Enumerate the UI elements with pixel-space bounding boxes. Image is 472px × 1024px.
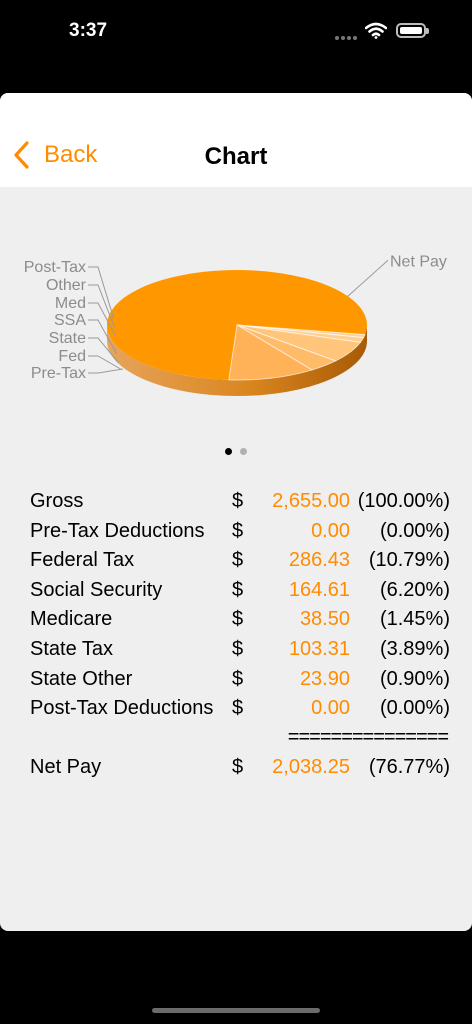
row-label: Gross: [30, 490, 84, 512]
wifi-icon: [365, 22, 387, 39]
row-percent: (10.79%): [368, 549, 450, 572]
row-amount: 23.90: [299, 667, 350, 690]
table-row: Gross $2,655.00 (100.00%): [30, 490, 460, 520]
row-amount: 164.61: [288, 578, 350, 601]
row-amount: 103.31: [288, 637, 350, 660]
chart-sheet: Back Chart Net Pay Post-Tax Other Med SSA Sta…: [0, 93, 472, 931]
page-dot-active: [225, 448, 232, 455]
chart-label: Net Pay: [390, 253, 447, 270]
row-percent: (1.45%): [379, 608, 450, 631]
table-row: Medicare $38.50 (1.45%): [30, 608, 460, 638]
table-row: Post-Tax Deductions $0.00 (0.00%): [30, 697, 460, 727]
chart-label: Fed: [58, 348, 86, 365]
row-currency: $: [232, 519, 244, 542]
row-label: Pre-Tax Deductions: [30, 519, 205, 542]
chart-label: Post-Tax: [24, 259, 86, 276]
chart-label: Pre-Tax: [31, 365, 86, 382]
pay-summary-table: Gross $2,655.00 (100.00%) Pre-Tax Deduction…: [30, 490, 460, 786]
row-label: State Other: [30, 667, 133, 690]
leader-line: [88, 368, 124, 374]
table-row: Pre-Tax Deductions $0.00 (0.00%): [30, 520, 460, 550]
battery-icon: [396, 23, 429, 38]
row-currency: $: [232, 608, 244, 631]
row-currency: $: [232, 667, 244, 690]
row-label: Post-Tax Deductions: [30, 697, 214, 720]
row-amount: 38.50: [299, 608, 350, 631]
page-title: Chart: [204, 143, 268, 170]
row-currency: $: [232, 490, 244, 512]
chart-label: SSA: [54, 312, 86, 329]
cellular-signal-icon: [335, 36, 357, 40]
row-amount: 2,038.25: [272, 756, 350, 779]
total-row: Net Pay $2,038.25 (76.77%): [30, 756, 460, 786]
chart-label: Other: [46, 277, 87, 294]
row-label: State Tax: [30, 637, 114, 660]
row-label: Federal Tax: [30, 549, 135, 572]
pie-chart[interactable]: Net Pay Post-TaxOtherMedSSAStateFedPre-Ta…: [0, 187, 472, 447]
status-bar: 3:37: [0, 0, 472, 92]
chart-label: State: [49, 330, 86, 347]
separator-text: ===============: [287, 725, 449, 748]
table-row: Social Security $164.61 (6.20%): [30, 579, 460, 609]
leader-line: [347, 259, 389, 297]
chart-label: Med: [55, 295, 86, 312]
row-percent: (76.77%): [368, 756, 450, 779]
row-amount: 0.00: [311, 697, 350, 720]
row-percent: (0.90%): [379, 667, 450, 690]
row-label: Medicare: [30, 608, 113, 631]
home-indicator: [152, 1008, 320, 1013]
navigation-bar: Back Chart: [0, 93, 472, 187]
status-time: 3:37: [69, 20, 108, 41]
row-label: Social Security: [30, 578, 163, 601]
row-percent: (3.89%): [379, 637, 450, 660]
row-percent: (100.00%): [357, 490, 450, 512]
row-amount: 2,655.00: [272, 490, 350, 512]
table-row: Federal Tax $286.43 (10.79%): [30, 549, 460, 579]
row-currency: $: [232, 578, 244, 601]
row-currency: $: [232, 549, 244, 572]
table-row: State Tax $103.31 (3.89%): [30, 638, 460, 668]
row-percent: (0.00%): [379, 697, 450, 720]
row-amount: 0.00: [311, 519, 350, 542]
row-currency: $: [232, 697, 244, 720]
row-label: Net Pay: [30, 756, 102, 779]
table-row: State Other $23.90 (0.90%): [30, 668, 460, 698]
row-currency: $: [232, 756, 244, 779]
total-separator: ===============: [30, 725, 460, 757]
row-percent: (6.20%): [379, 578, 450, 601]
page-dot: [240, 448, 247, 455]
row-currency: $: [232, 637, 244, 660]
row-amount: 286.43: [288, 549, 350, 572]
row-percent: (0.00%): [379, 519, 450, 542]
page-indicator[interactable]: [0, 448, 472, 455]
